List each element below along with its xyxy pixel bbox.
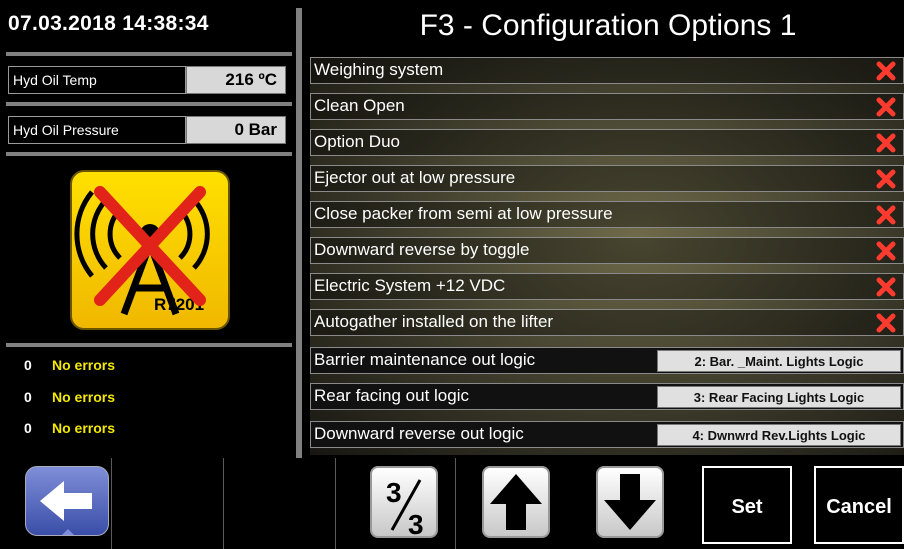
vertical-divider (296, 8, 302, 458)
option-label: Downward reverse by toggle (314, 240, 530, 259)
divider (6, 343, 292, 347)
option-row-clean-open[interactable]: Clean Open (310, 93, 904, 120)
error-row: 0 No errors (24, 389, 115, 409)
option-label: Rear facing out logic (314, 386, 469, 405)
error-count: 0 (24, 389, 32, 405)
logic-value-box[interactable]: 2: Bar. _Maint. Lights Logic (657, 350, 901, 372)
status-panel: 07.03.2018 14:38:34 Hyd Oil Temp 216 ºC … (0, 0, 296, 458)
option-label: Electric System +12 VDC (314, 276, 506, 295)
divider (6, 152, 292, 156)
logic-value-box[interactable]: 4: Dwnwrd Rev.Lights Logic (657, 424, 901, 446)
scroll-up-button[interactable] (482, 466, 550, 538)
option-row-downward-reverse-toggle[interactable]: Downward reverse by toggle (310, 237, 904, 264)
logic-value-box[interactable]: 3: Rear Facing Lights Logic (657, 386, 901, 408)
page-title: F3 - Configuration Options 1 (419, 9, 797, 42)
option-label: Close packer from semi at low pressure (314, 204, 613, 223)
cancel-button[interactable]: Cancel (814, 466, 904, 544)
logic-row-downward-reverse[interactable]: Downward reverse out logic 4: Dwnwrd Rev… (310, 421, 904, 448)
set-button[interactable]: Set (702, 466, 792, 544)
off-x-icon (876, 97, 896, 117)
back-button[interactable] (25, 466, 109, 536)
option-row-ejector-out[interactable]: Ejector out at low pressure (310, 165, 904, 192)
option-label: Ejector out at low pressure (314, 168, 516, 187)
option-label: Clean Open (314, 96, 405, 115)
hyd-oil-pressure-value: 0 Bar (186, 116, 286, 144)
option-row-autogather[interactable]: Autogather installed on the lifter (310, 309, 904, 336)
off-x-icon (876, 241, 896, 261)
datetime: 07.03.2018 14:38:34 (8, 12, 209, 35)
option-label: Weighing system (314, 60, 444, 79)
divider (6, 52, 292, 56)
hyd-oil-pressure-label: Hyd Oil Pressure (8, 116, 186, 144)
logic-row-barrier-maintenance[interactable]: Barrier maintenance out logic 2: Bar. _M… (310, 347, 904, 374)
arrow-down-icon (604, 474, 656, 530)
off-x-icon (876, 205, 896, 225)
page-total: 3 (408, 509, 424, 540)
error-row: 0 No errors (24, 420, 115, 440)
hyd-oil-temp-label: Hyd Oil Temp (8, 66, 186, 94)
option-row-weighing-system[interactable]: Weighing system (310, 57, 904, 84)
error-count: 0 (24, 420, 32, 436)
toolbar-slot (224, 458, 336, 549)
hyd-oil-temp-value: 216 ºC (186, 66, 286, 94)
off-x-icon (876, 277, 896, 297)
option-row-electric-system[interactable]: Electric System +12 VDC (310, 273, 904, 300)
ar-antenna-disabled-icon: R7201 (70, 170, 230, 330)
options-list: Weighing system Clean Open Option Duo Ej… (310, 57, 904, 455)
off-x-icon (876, 133, 896, 153)
logic-row-rear-facing[interactable]: Rear facing out logic 3: Rear Facing Lig… (310, 383, 904, 410)
error-text: No errors (52, 389, 116, 405)
error-text: No errors (52, 420, 116, 436)
scroll-down-button[interactable] (596, 466, 664, 538)
error-count: 0 (24, 357, 32, 373)
page-number: 3 (386, 477, 402, 508)
page-fraction-icon: 3 3 (386, 477, 424, 540)
arrow-up-icon (490, 474, 542, 530)
left-arrow-icon (40, 481, 92, 535)
off-x-icon (876, 169, 896, 189)
option-label: Barrier maintenance out logic (314, 350, 536, 369)
error-text: No errors (52, 357, 116, 373)
error-row: 0 No errors (24, 357, 115, 377)
page-indicator-button[interactable]: 3 3 (370, 466, 438, 540)
off-x-icon (876, 61, 896, 81)
option-label: Autogather installed on the lifter (314, 312, 554, 331)
off-x-icon (876, 313, 896, 333)
divider (6, 102, 292, 106)
toolbar-slot (112, 458, 224, 549)
option-label: Option Duo (314, 132, 400, 151)
option-label: Downward reverse out logic (314, 424, 524, 443)
option-row-close-packer[interactable]: Close packer from semi at low pressure (310, 201, 904, 228)
option-row-option-duo[interactable]: Option Duo (310, 129, 904, 156)
